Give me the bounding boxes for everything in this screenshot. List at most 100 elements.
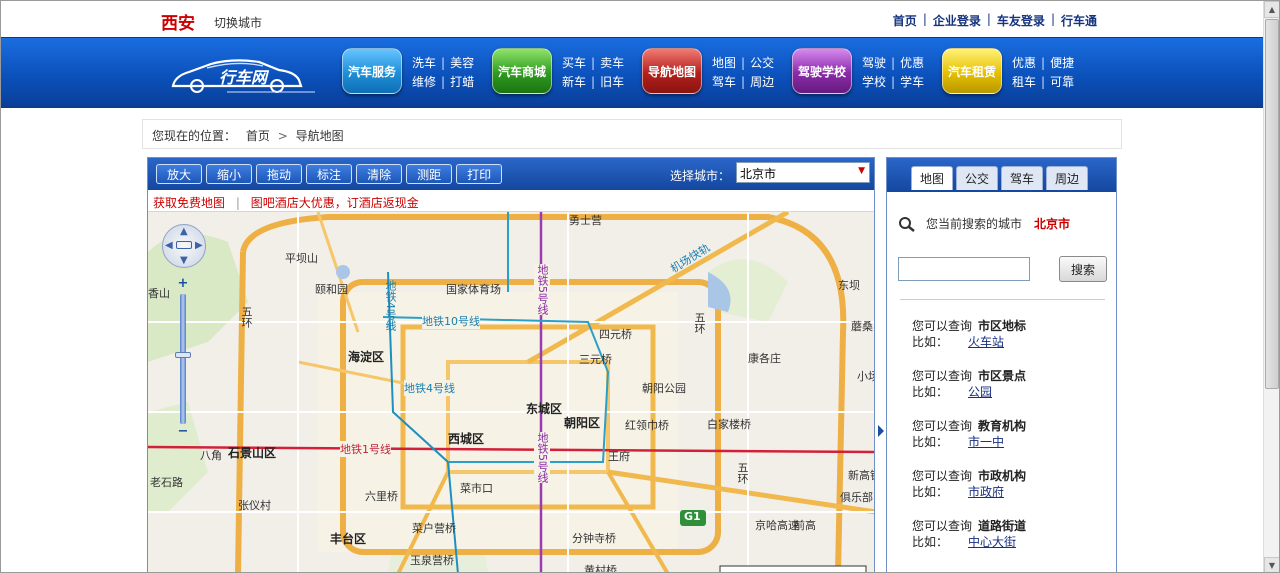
city-select[interactable]: 北京市 ▼ — [736, 162, 870, 183]
query-prefix: 您可以查询 — [912, 369, 973, 383]
nav-link-repair[interactable]: 维修 — [412, 75, 436, 89]
tab-drive[interactable]: 驾车 — [1001, 166, 1043, 190]
nav-link-bus[interactable]: 公交 — [750, 56, 774, 70]
nav-group-car-service: 汽车服务 洗车 | 美容 维修 | 打蜡 — [342, 48, 474, 94]
map-label: 国家体育场 — [446, 283, 501, 296]
scroll-thumb[interactable] — [1265, 19, 1279, 389]
nav-link-separator: | — [1041, 56, 1046, 70]
nav-button-car-mall[interactable]: 汽车商城 — [492, 48, 552, 94]
pan-down-icon[interactable]: ▼ — [180, 255, 188, 266]
divider — [900, 299, 1105, 300]
query-category: 市区景点 — [978, 369, 1027, 383]
map-label: 三元桥 — [579, 353, 612, 366]
zoom-in-button[interactable]: 放大 — [156, 164, 203, 184]
breadcrumb-current: 导航地图 — [295, 129, 344, 143]
breadcrumb-arrow-icon: > — [277, 129, 288, 143]
nav-button-driving-school[interactable]: 驾驶学校 — [792, 48, 852, 94]
nav-link-separator: | — [441, 56, 446, 70]
breadcrumb-home[interactable]: 首页 — [246, 129, 270, 143]
top-link-xingchetong[interactable]: 行车通 — [1061, 12, 1097, 29]
top-link-separator: | — [1050, 12, 1055, 26]
map-label: 六里桥 — [365, 490, 398, 503]
tab-map[interactable]: 地图 — [911, 166, 953, 190]
map-canvas[interactable]: 勇士营 颐和园 国家体育场 海淀区 四元桥 三元桥 东城区 朝阳区 西城区 石景… — [148, 212, 874, 572]
nav-link-driving[interactable]: 驾驶 — [862, 56, 886, 70]
search-button[interactable]: 搜索 — [1059, 256, 1107, 282]
query-example-link[interactable]: 火车站 — [968, 335, 1004, 349]
nav-link-nearby[interactable]: 周边 — [750, 75, 774, 89]
print-button[interactable]: 打印 — [456, 164, 503, 184]
nav-link-wax[interactable]: 打蜡 — [450, 75, 474, 89]
search-input[interactable] — [898, 257, 1030, 281]
nav-link-rent-car[interactable]: 租车 — [1012, 75, 1036, 89]
pan-right-icon[interactable]: ▶ — [195, 240, 203, 251]
query-example-label: 比如： — [912, 535, 949, 549]
tab-bus[interactable]: 公交 — [956, 166, 998, 190]
query-example-link[interactable]: 市政府 — [968, 485, 1004, 499]
map-label: 蘑桑 — [851, 320, 873, 333]
zoom-minus-icon[interactable]: − — [177, 424, 189, 439]
nav-link-learn-driving[interactable]: 学车 — [900, 75, 924, 89]
nav-button-car-rental[interactable]: 汽车租赁 — [942, 48, 1002, 94]
nav-link-rental-discount[interactable]: 优惠 — [1012, 56, 1036, 70]
subway-label: 地铁10号线 — [422, 313, 480, 329]
zoom-out-button[interactable]: 缩小 — [206, 164, 253, 184]
nav-link-reliable[interactable]: 可靠 — [1050, 75, 1074, 89]
subway-label: 地铁4号线 — [404, 380, 455, 396]
nav-link-separator: | — [891, 56, 896, 70]
query-example-link[interactable]: 公园 — [968, 385, 992, 399]
nav-link-sell-car[interactable]: 卖车 — [600, 56, 624, 70]
map-label: 朝阳公园 — [642, 382, 686, 395]
query-example-link[interactable]: 市一中 — [968, 435, 1004, 449]
pan-up-icon[interactable]: ▲ — [180, 226, 188, 237]
tab-nearby[interactable]: 周边 — [1046, 166, 1088, 190]
nav-link-beauty[interactable]: 美容 — [450, 56, 474, 70]
nav-link-new-car[interactable]: 新车 — [562, 75, 586, 89]
hotel-promo-link[interactable]: 图吧酒店大优惠，订酒店返现金 — [251, 196, 419, 210]
map-label: 菜户营桥 — [412, 522, 456, 535]
measure-button[interactable]: 测距 — [406, 164, 453, 184]
nav-link-school[interactable]: 学校 — [862, 75, 886, 89]
zoom-handle[interactable] — [175, 352, 191, 358]
nav-link-wash[interactable]: 洗车 — [412, 56, 436, 70]
nav-link-used-car[interactable]: 旧车 — [600, 75, 624, 89]
nav-button-car-service[interactable]: 汽车服务 — [342, 48, 402, 94]
map-district-label: 石景山区 — [228, 446, 277, 460]
map-label: 五环 — [693, 312, 706, 334]
vertical-scrollbar[interactable]: ▲ ▼ — [1263, 1, 1279, 572]
nav-link-convenient[interactable]: 便捷 — [1050, 56, 1074, 70]
map-label: 香山 — [148, 287, 170, 300]
drag-button[interactable]: 拖动 — [256, 164, 303, 184]
site-logo[interactable]: 行车网 — [167, 52, 317, 96]
nav-link-buy-car[interactable]: 买车 — [562, 56, 586, 70]
pan-control[interactable]: ▲ ▼ ◀ ▶ — [162, 224, 206, 268]
clear-button[interactable]: 清除 — [356, 164, 403, 184]
pan-left-icon[interactable]: ◀ — [165, 240, 173, 251]
free-map-link[interactable]: 获取免费地图 — [153, 196, 225, 210]
scroll-down-icon[interactable]: ▼ — [1264, 557, 1279, 572]
map-district-label: 西城区 — [448, 432, 485, 446]
dropdown-arrow-icon: ▼ — [858, 166, 865, 176]
top-link-enterprise-login[interactable]: 企业登录 — [933, 12, 981, 29]
zoom-track[interactable] — [180, 294, 186, 424]
map-label: 平坝山 — [285, 252, 318, 265]
nav-links-driving-school: 驾驶 | 优惠 学校 | 学车 — [862, 54, 924, 92]
nav-button-navigation-map[interactable]: 导航地图 — [642, 48, 702, 94]
collapse-panel-arrow-icon[interactable] — [878, 425, 884, 437]
map-toolbar: 放大 缩小 拖动 标注 清除 测距 打印 选择城市： 北京市 ▼ — [148, 158, 874, 190]
switch-city-link[interactable]: 切换城市 — [214, 14, 262, 31]
map-label: 俱乐部 — [840, 491, 873, 504]
scroll-up-icon[interactable]: ▲ — [1264, 1, 1279, 18]
query-hint: 您可以查询 教育机构 比如： 市一中 — [912, 418, 1112, 468]
mark-button[interactable]: 标注 — [306, 164, 353, 184]
top-link-member-login[interactable]: 车友登录 — [997, 12, 1045, 29]
nav-link-discount[interactable]: 优惠 — [900, 56, 924, 70]
query-example-link[interactable]: 中心大街 — [968, 535, 1016, 549]
nav-link-drive[interactable]: 驾车 — [712, 75, 736, 89]
top-link-home[interactable]: 首页 — [893, 12, 917, 29]
map-label: 玉泉营桥 — [410, 554, 454, 567]
zoom-plus-icon[interactable]: + — [177, 276, 189, 291]
zoom-slider[interactable]: + − — [174, 276, 192, 442]
search-magnifier-icon — [899, 216, 915, 232]
nav-link-map[interactable]: 地图 — [712, 56, 736, 70]
